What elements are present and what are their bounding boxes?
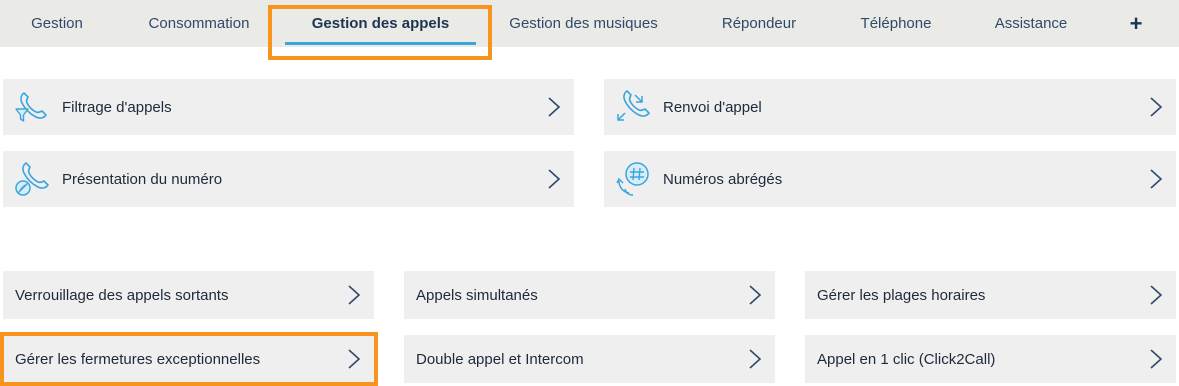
chevron-right-icon (1150, 349, 1163, 369)
tab-repondeur[interactable]: Répondeur (708, 0, 810, 47)
card-label: Gérer les fermetures exceptionnelles (15, 350, 261, 368)
chevron-right-icon (1150, 285, 1163, 305)
card-fermetures-exceptionnelles[interactable]: Gérer les fermetures exceptionnelles (3, 335, 374, 383)
card-numeros-abreges[interactable]: Numéros abrégés (604, 151, 1176, 207)
tab-gestion-des-appels[interactable]: Gestion des appels (285, 0, 476, 47)
card-label: Double appel et Intercom (416, 350, 584, 368)
call-forward-icon (617, 90, 650, 121)
chevron-right-icon (749, 349, 762, 369)
chevron-right-icon (348, 285, 361, 305)
add-tab-button[interactable]: + (1120, 0, 1152, 47)
chevron-right-icon (548, 97, 561, 117)
card-double-appel-intercom[interactable]: Double appel et Intercom (404, 335, 775, 383)
card-appels-simultanes[interactable]: Appels simultanés (404, 271, 775, 319)
tab-consommation[interactable]: Consommation (136, 0, 262, 47)
card-label: Gérer les plages horaires (817, 286, 986, 304)
chevron-right-icon (548, 169, 561, 189)
phone-filter-icon (15, 92, 47, 122)
card-filtrage-appels[interactable]: Filtrage d'appels (3, 79, 574, 135)
speed-dial-icon (616, 162, 649, 196)
card-label: Appel en 1 clic (Click2Call) (817, 350, 996, 368)
card-renvoi-appel[interactable]: Renvoi d'appel (604, 79, 1176, 135)
active-tab-underline (285, 42, 476, 45)
card-plages-horaires[interactable]: Gérer les plages horaires (805, 271, 1176, 319)
chevron-right-icon (749, 285, 762, 305)
card-label: Numéros abrégés (663, 170, 783, 188)
card-click2call[interactable]: Appel en 1 clic (Click2Call) (805, 335, 1176, 383)
chevron-right-icon (1150, 97, 1163, 117)
tab-assistance[interactable]: Assistance (980, 0, 1082, 47)
chevron-right-icon (348, 349, 361, 369)
tab-gestion-des-musiques[interactable]: Gestion des musiques (497, 0, 670, 47)
tab-telephone[interactable]: Téléphone (845, 0, 947, 47)
tab-gestion[interactable]: Gestion (14, 0, 100, 47)
card-label: Présentation du numéro (62, 170, 223, 188)
number-presentation-icon (15, 162, 49, 196)
card-label: Verrouillage des appels sortants (15, 286, 229, 304)
tab-bar: Gestion Consommation Gestion des appels … (0, 0, 1179, 47)
card-verrouillage-appels-sortants[interactable]: Verrouillage des appels sortants (3, 271, 374, 319)
card-presentation-numero[interactable]: Présentation du numéro (3, 151, 574, 207)
chevron-right-icon (1150, 169, 1163, 189)
card-label: Renvoi d'appel (663, 98, 762, 116)
card-label: Appels simultanés (416, 286, 538, 304)
card-label: Filtrage d'appels (62, 98, 172, 116)
